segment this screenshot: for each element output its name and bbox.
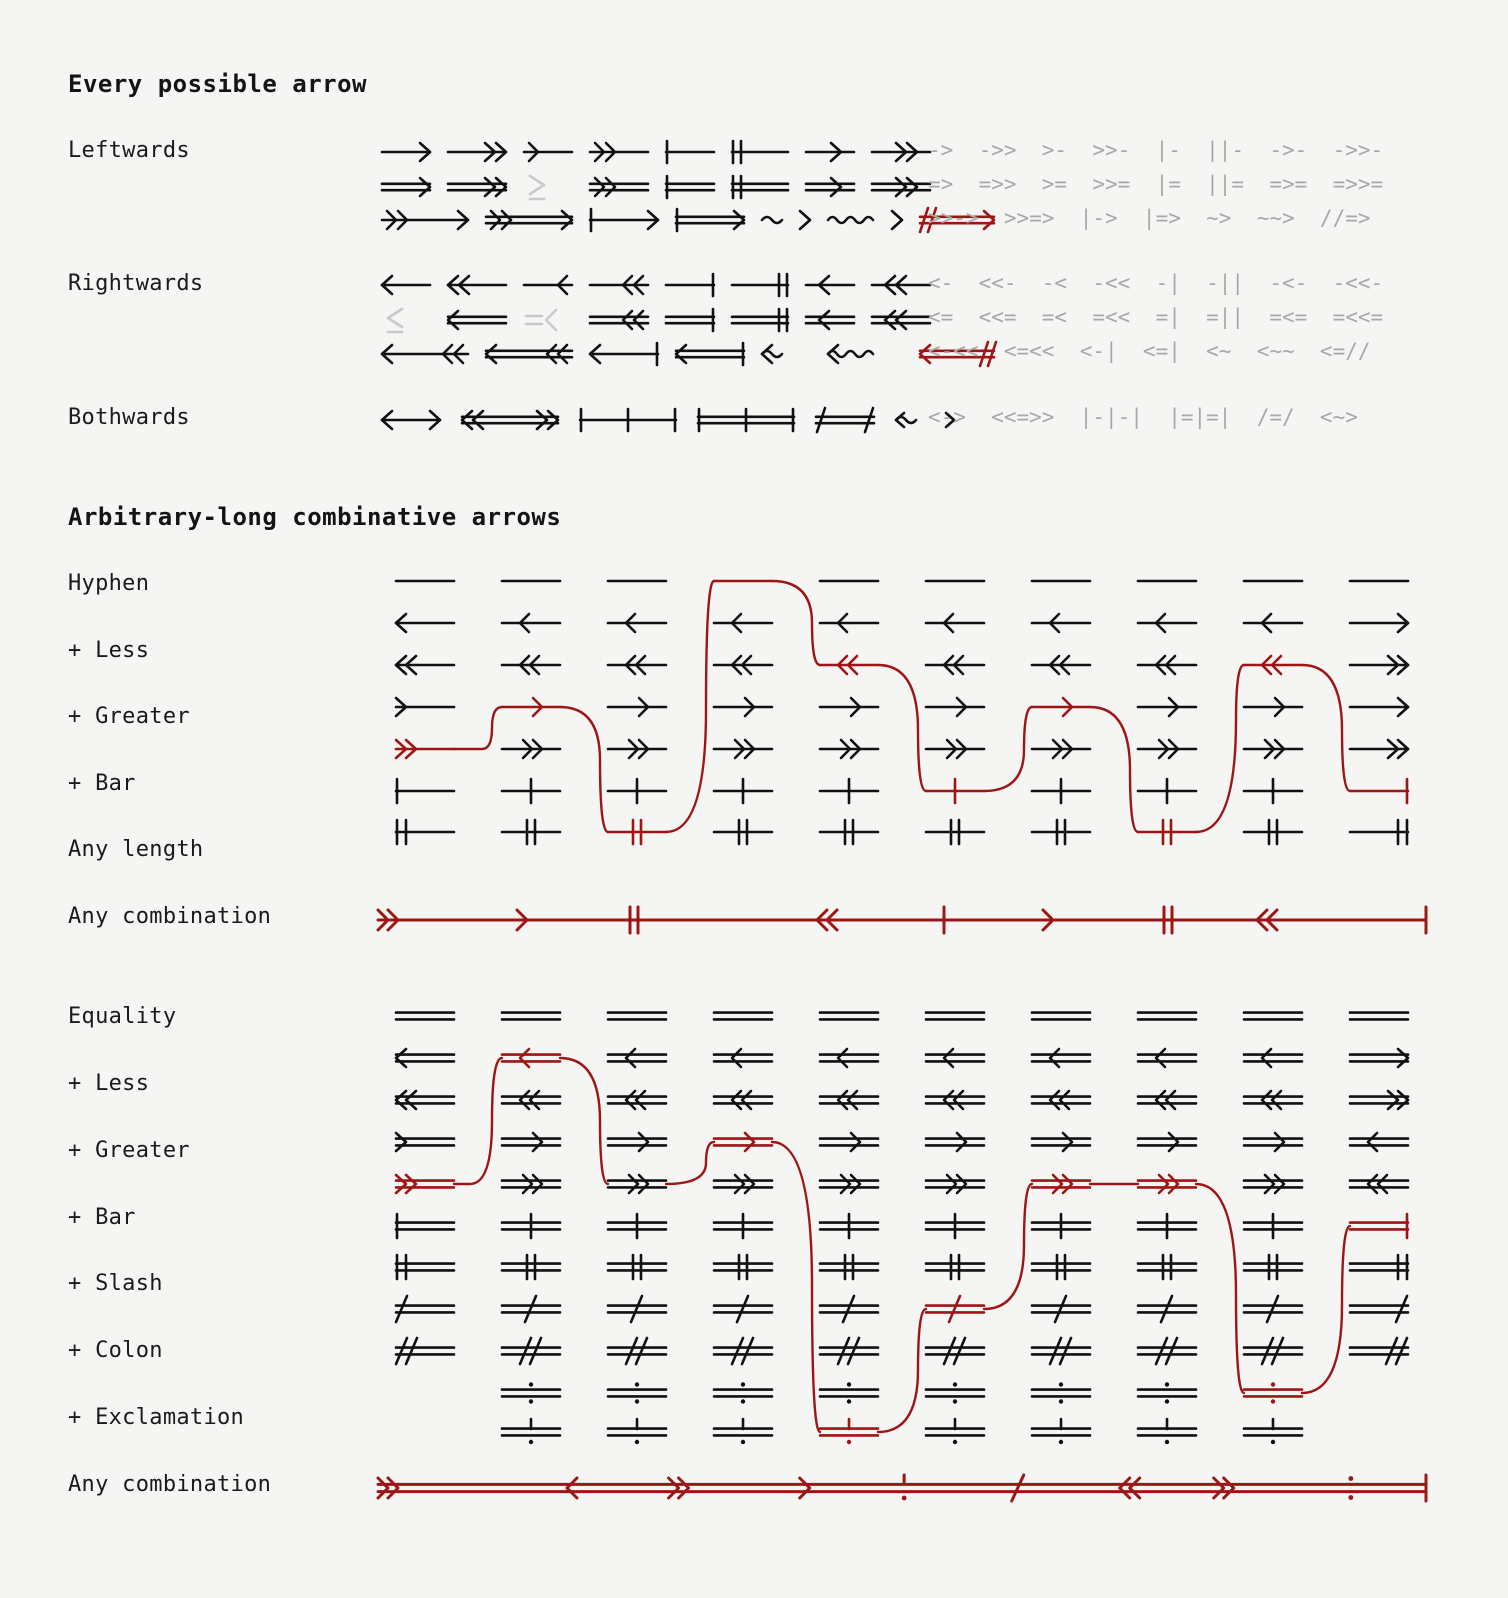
- glyph-long-squiggle-arrow-right: [826, 205, 904, 235]
- combi-label-less: + Less: [68, 638, 150, 663]
- combi-label-any-combination-2: Any combination: [68, 1472, 272, 1497]
- glyph-fat-arrow-right-mid: [804, 172, 856, 202]
- glyph-squiggle-arrow-left: [760, 339, 812, 369]
- ascii-rightwards-2: <= <<= =< =<< =| =|| =<= =<<=: [928, 305, 1384, 329]
- section-title-combinative-arrows: Arbitrary-long combinative arrows: [68, 503, 562, 531]
- glyph-arrow-left-mid: [804, 270, 856, 300]
- glyph-fat-tail-left-double: [588, 305, 650, 335]
- combi-label-eq-slash: + Slash: [68, 1271, 163, 1296]
- equality-any-combination: [372, 1468, 1432, 1508]
- glyph-fat-dbar-right: [730, 172, 790, 202]
- glyph-tail-right: [522, 137, 574, 167]
- glyph-arrow-right: [380, 137, 432, 167]
- glyph-fat-tail-left-faint: [522, 305, 574, 335]
- glyphs-rightwards-1: [380, 270, 932, 300]
- glyphs-leftwards-1: [380, 137, 932, 167]
- glyph-long-tail-arrow-left: [380, 339, 470, 369]
- glyph-bar-both-mid: [578, 405, 678, 435]
- glyphs-leftwards-2: [380, 172, 932, 202]
- glyph-tail-left-double: [588, 270, 650, 300]
- glyph-fat-arrow-left: [446, 305, 508, 335]
- glyph-long-fat-tail-arrow-left: [484, 339, 574, 369]
- ascii-rightwards-1: <- <<- -< -<< -| -|| -<- -<<-: [928, 271, 1384, 295]
- glyph-fat-arrow-right: [380, 172, 432, 202]
- equality-grid: [372, 995, 1432, 1465]
- glyph-arrow-both: [380, 405, 442, 435]
- glyph-leq-faint: [380, 305, 432, 335]
- glyph-fat-bar-right: [664, 172, 716, 202]
- glyphs-rightwards-2: [380, 305, 932, 335]
- ascii-leftwards-3: >>-> >>=> |-> |=> ~> ~~> //=>: [928, 206, 1371, 230]
- glyph-dbar-left: [730, 270, 790, 300]
- hyphen-any-combination: [372, 900, 1432, 940]
- section-title-every-possible-arrow: Every possible arrow: [68, 70, 367, 98]
- glyph-bar-right: [664, 137, 716, 167]
- combi-label-eq-bar: + Bar: [68, 1205, 136, 1230]
- glyph-arrow-left-double-head: [446, 270, 508, 300]
- glyph-bar-left: [664, 270, 716, 300]
- combi-label-eq-greater: + Greater: [68, 1138, 190, 1163]
- glyph-arrow-left: [380, 270, 432, 300]
- ascii-rightwards-3: <-<< <=<< <-| <=| <~ <~~ <=//: [928, 339, 1371, 363]
- glyphs-rightwards-3: [380, 339, 998, 369]
- combi-label-any-length: Any length: [68, 837, 204, 862]
- glyph-fat-arrow-right-double-head: [446, 172, 508, 202]
- glyph-arrow-right-double-head: [446, 137, 508, 167]
- combi-label-eq-less: + Less: [68, 1071, 150, 1096]
- glyph-long-fat-bar-arrow-left: [674, 339, 746, 369]
- glyph-arrow-right-mid: [804, 137, 856, 167]
- glyph-fat-arrow-both-double: [460, 405, 560, 435]
- glyph-slash-equal-slash: [814, 405, 876, 435]
- glyph-fat-dbar-left: [730, 305, 790, 335]
- combi-label-equality: Equality: [68, 1004, 177, 1029]
- glyph-arrow-left-mid-double: [870, 270, 932, 300]
- glyph-fat-arrow-left-mid-double: [870, 305, 932, 335]
- glyphs-leftwards-3: [380, 205, 996, 235]
- glyph-fat-tail-right-double: [588, 172, 650, 202]
- glyph-long-fat-tail-arrow-right: [484, 205, 574, 235]
- glyph-dbar-right: [730, 137, 790, 167]
- ascii-leftwards-1: -> ->> >- >>- |- ||- ->- ->>-: [928, 138, 1384, 162]
- glyph-tail-right-double: [588, 137, 650, 167]
- hyphen-grid: [372, 560, 1432, 860]
- combi-label-hyphen: Hyphen: [68, 571, 150, 596]
- glyph-fat-arrow-left-mid: [804, 305, 856, 335]
- row-label-leftwards: Leftwards: [68, 138, 190, 163]
- glyph-fat-arrow-right-mid-double: [870, 172, 932, 202]
- glyph-tail-left: [522, 270, 574, 300]
- ascii-leftwards-2: => =>> >= >>= |= ||= =>= =>>=: [928, 172, 1384, 196]
- glyph-arrow-right-mid-double: [870, 137, 932, 167]
- combi-label-any-combination-1: Any combination: [68, 904, 272, 929]
- ascii-bothwards-1: <-> <<=>> |-|-| |=|=| /=/ <~>: [928, 405, 1358, 429]
- glyph-squiggle-arrow-right: [760, 205, 812, 235]
- glyphs-bothwards-1: [380, 405, 956, 435]
- glyph-long-bar-arrow-left: [588, 339, 660, 369]
- combi-label-eq-excl: + Exclamation: [68, 1405, 245, 1430]
- glyph-long-bar-arrow-right: [588, 205, 660, 235]
- row-label-rightwards: Rightwards: [68, 271, 204, 296]
- glyph-long-squiggle-arrow-left: [826, 339, 904, 369]
- glyph-long-tail-arrow-right: [380, 205, 470, 235]
- row-label-bothwards: Bothwards: [68, 405, 190, 430]
- glyph-geq-faint: [522, 172, 574, 202]
- glyph-long-fat-bar-arrow-right: [674, 205, 746, 235]
- combi-label-bar: + Bar: [68, 771, 136, 796]
- combi-label-greater: + Greater: [68, 704, 190, 729]
- combi-label-eq-colon: + Colon: [68, 1338, 163, 1363]
- glyph-fat-bar-left: [664, 305, 716, 335]
- glyph-fat-bar-both-mid: [696, 405, 796, 435]
